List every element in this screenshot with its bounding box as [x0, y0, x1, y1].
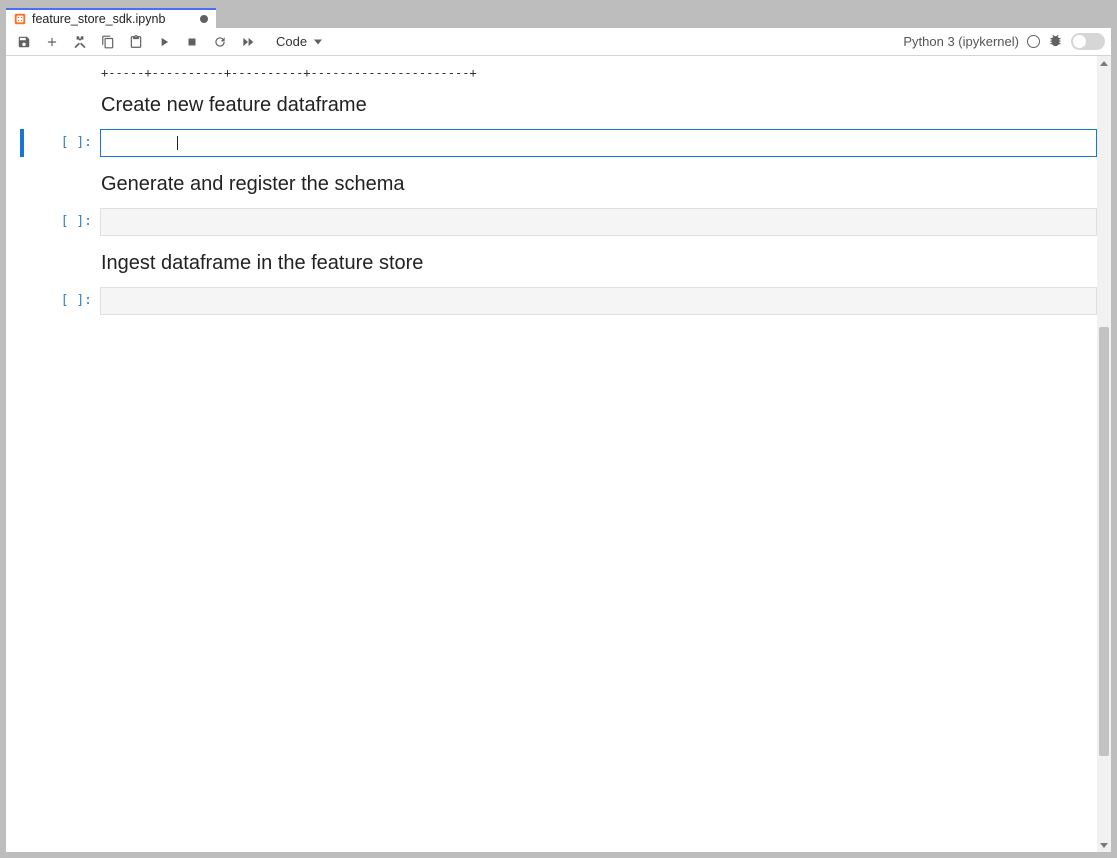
- cell-prompt: [ ]:: [28, 129, 100, 157]
- restart-button[interactable]: [208, 30, 232, 54]
- interrupt-button[interactable]: [180, 30, 204, 54]
- code-cell-2[interactable]: [ ]:: [16, 208, 1097, 236]
- cell-active-bar: [20, 129, 24, 157]
- paste-button[interactable]: [124, 30, 148, 54]
- code-cell-1[interactable]: [ ]:: [16, 129, 1097, 157]
- app-window: feature_store_sdk.ipynb: [6, 6, 1111, 852]
- markdown-heading-3: Ingest dataframe in the feature store: [101, 252, 1097, 275]
- notebook-tab[interactable]: feature_store_sdk.ipynb: [6, 8, 216, 28]
- prev-output-tail: +-----+----------+----------+-----------…: [101, 66, 1097, 80]
- tab-bar: feature_store_sdk.ipynb: [6, 6, 1111, 28]
- toolbar: Code Python 3 (ipykernel): [6, 28, 1111, 56]
- code-input[interactable]: [100, 208, 1097, 236]
- copy-button[interactable]: [96, 30, 120, 54]
- save-button[interactable]: [12, 30, 36, 54]
- insert-cell-button[interactable]: [40, 30, 64, 54]
- kernel-status-idle-icon[interactable]: [1027, 35, 1040, 48]
- notebook-viewport: +-----+----------+----------+-----------…: [6, 56, 1111, 852]
- scroll-up-icon[interactable]: [1097, 56, 1111, 70]
- debug-toggle[interactable]: [1071, 33, 1105, 50]
- scroll-down-icon[interactable]: [1097, 838, 1111, 852]
- debug-icon[interactable]: [1048, 33, 1063, 51]
- code-input[interactable]: [100, 287, 1097, 315]
- cell-prompt: [ ]:: [28, 287, 100, 315]
- tab-title: feature_store_sdk.ipynb: [32, 12, 165, 26]
- notebook-scroll-area[interactable]: +-----+----------+----------+-----------…: [6, 56, 1111, 852]
- text-cursor-icon: [177, 136, 178, 150]
- restart-run-all-button[interactable]: [236, 30, 260, 54]
- vertical-scrollbar[interactable]: [1097, 56, 1111, 852]
- code-input[interactable]: [100, 129, 1097, 157]
- cell-prompt: [ ]:: [28, 208, 100, 236]
- markdown-heading-1: Create new feature dataframe: [101, 94, 1097, 117]
- cell-bar: [20, 287, 24, 315]
- toolbar-right: Python 3 (ipykernel): [903, 33, 1105, 51]
- code-cell-3[interactable]: [ ]:: [16, 287, 1097, 315]
- kernel-name[interactable]: Python 3 (ipykernel): [903, 34, 1019, 49]
- unsaved-indicator-icon: [200, 15, 208, 23]
- markdown-heading-2: Generate and register the schema: [101, 173, 1097, 196]
- notebook-icon: [14, 13, 26, 25]
- run-button[interactable]: [152, 30, 176, 54]
- cut-button[interactable]: [68, 30, 92, 54]
- scrollbar-thumb[interactable]: [1099, 327, 1109, 757]
- cell-type-select-wrap: Code: [272, 32, 326, 51]
- cell-type-select[interactable]: Code: [272, 32, 326, 51]
- cell-bar: [20, 208, 24, 236]
